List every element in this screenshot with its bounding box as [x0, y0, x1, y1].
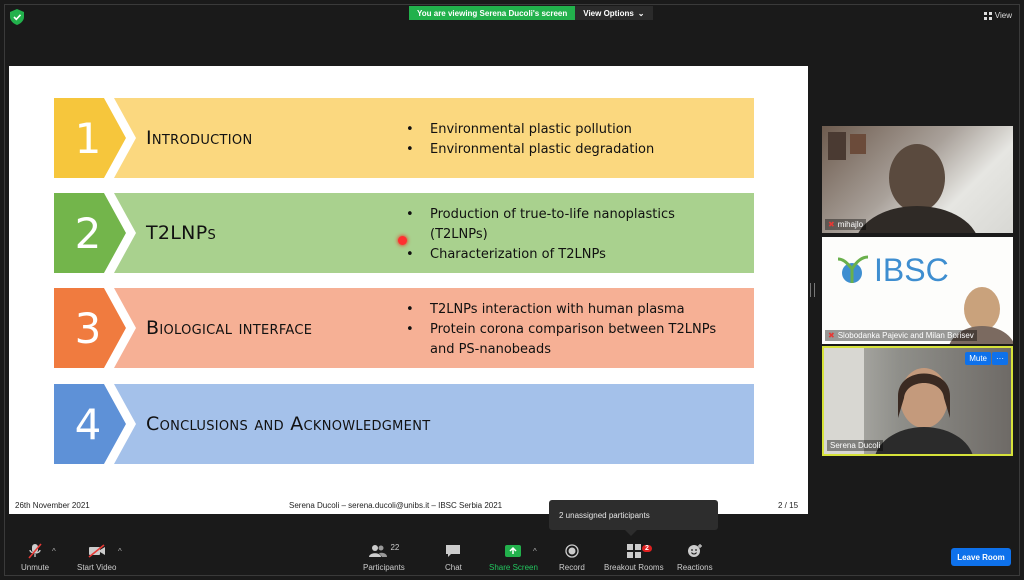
chat-bubble-icon: [445, 543, 461, 559]
breakout-rooms-icon: [626, 543, 641, 559]
footer-date: 26th November 2021: [15, 501, 90, 510]
participant-name: mihajlo: [837, 220, 864, 229]
participants-count: 22: [390, 542, 400, 552]
section-4: 4 Conclusions and Acknowledgment: [54, 384, 754, 464]
footer-page: 2 / 15: [778, 501, 799, 510]
ibsc-logo: IBSC: [837, 252, 1013, 344]
participant-name-tag: ✖ mihajlo: [825, 219, 867, 230]
section-3-bullet-2-cont-text: and PS-nanobeads: [430, 342, 552, 357]
section-1-number: 1: [74, 113, 102, 163]
participant-video-ibsc[interactable]: IBSC ✖ Slobodanka Pajevic and Milan Bori…: [822, 237, 1013, 344]
section-1-title: Introduction: [146, 127, 253, 149]
mute-participant-button[interactable]: Mute: [965, 352, 991, 365]
section-3-bullets: T2LNPs interaction with human plasma Pro…: [406, 300, 716, 360]
chat-button[interactable]: Chat: [445, 543, 462, 572]
unassigned-tooltip: 2 unassigned participants: [549, 500, 718, 536]
section-2-bullet-1: Production of true-to-life nanoplastics: [406, 205, 675, 225]
mic-muted-icon: ✖: [828, 331, 835, 340]
section-3-title: Biological interface: [146, 317, 313, 339]
laser-pointer: [398, 236, 407, 245]
viewing-banner-text: You are viewing Serena Ducoli's screen: [409, 6, 576, 20]
participant-name-tag: Serena Ducoli: [827, 440, 884, 451]
share-options-caret[interactable]: ^: [533, 547, 537, 556]
section-1-bullet-1: Environmental plastic pollution: [406, 120, 654, 140]
record-icon: [565, 543, 579, 559]
viewing-banner: You are viewing Serena Ducoli's screen V…: [409, 6, 653, 20]
section-2-bullet-1-cont-text: (T2LNPs): [430, 227, 488, 242]
section-2: 2 T2LNPs Production of true-to-life nano…: [54, 193, 754, 273]
participants-button[interactable]: 22 Participants: [363, 543, 405, 573]
section-4-title: Conclusions and Acknowledgment: [146, 413, 431, 435]
participant-silhouette: [828, 132, 976, 233]
section-3-bullet-1: T2LNPs interaction with human plasma: [406, 300, 716, 320]
section-2-number: 2: [74, 208, 102, 258]
participant-video-mihajlo[interactable]: ✖ mihajlo: [822, 126, 1013, 233]
view-button[interactable]: View: [983, 11, 1012, 20]
security-shield-icon[interactable]: [10, 9, 24, 25]
breakout-rooms-button[interactable]: Breakout Rooms: [604, 543, 664, 572]
section-3-bullet-2-cont: and PS-nanobeads: [406, 340, 716, 360]
participant-name-tag: ✖ Slobodanka Pajevic and Milan Borisev: [825, 330, 977, 341]
microphone-muted-icon: [28, 543, 42, 559]
panel-resize-handle[interactable]: [810, 283, 815, 297]
section-3: 3 Biological interface T2LNPs interactio…: [54, 288, 754, 368]
section-1-bullets: Environmental plastic pollution Environm…: [406, 120, 654, 160]
record-button[interactable]: Record: [559, 543, 585, 572]
view-options-label: View Options: [583, 8, 634, 18]
chevron-down-icon: ⌄: [637, 8, 645, 18]
smiley-plus-icon: [687, 543, 703, 559]
share-screen-label: Share Screen: [489, 563, 538, 572]
unassigned-tooltip-text: 2 unassigned participants: [559, 510, 650, 520]
participant-name: Serena Ducoli: [830, 441, 881, 450]
shared-slide: 1 Introduction Environmental plastic pol…: [9, 66, 808, 514]
participants-label: Participants: [363, 563, 405, 572]
breakout-rooms-badge: 2: [642, 545, 652, 552]
section-2-title: T2LNPs: [146, 222, 217, 244]
section-3-bullet-2: Protein corona comparison between T2LNPs: [406, 320, 716, 340]
section-4-number: 4: [74, 399, 102, 449]
reactions-label: Reactions: [677, 563, 713, 572]
participants-icon: 22: [368, 543, 399, 559]
start-video-label: Start Video: [77, 563, 117, 572]
unmute-button[interactable]: Unmute: [21, 543, 49, 572]
participant-video-serena[interactable]: Mute ··· Serena Ducoli: [822, 346, 1013, 456]
section-2-bullets: Production of true-to-life nanoplastics …: [406, 205, 675, 265]
view-label: View: [994, 11, 1012, 20]
reactions-button[interactable]: Reactions: [677, 543, 713, 572]
share-screen-button[interactable]: Share Screen: [489, 543, 538, 572]
footer-author: Serena Ducoli – serena.ducoli@unibs.it –…: [289, 501, 503, 510]
video-camera-off-icon: [88, 543, 106, 559]
section-1: 1 Introduction Environmental plastic pol…: [54, 98, 754, 178]
view-options-button[interactable]: View Options ⌄: [575, 6, 653, 20]
record-label: Record: [559, 563, 585, 572]
section-3-number: 3: [74, 303, 102, 353]
section-1-bullet-2: Environmental plastic degradation: [406, 140, 654, 160]
ibsc-logo-text: IBSC: [874, 252, 949, 288]
section-2-bullet-2: Characterization of T2LNPs: [406, 245, 675, 265]
unmute-label: Unmute: [21, 563, 50, 572]
participant-name: Slobodanka Pajevic and Milan Borisev: [837, 331, 974, 340]
mic-muted-icon: ✖: [828, 220, 835, 229]
more-options-button[interactable]: ···: [992, 352, 1008, 365]
section-2-bullet-1-cont: (T2LNPs): [406, 225, 675, 245]
breakout-rooms-label: Breakout Rooms: [604, 563, 664, 572]
video-options-caret[interactable]: ^: [118, 547, 122, 556]
grid-icon: [983, 11, 992, 20]
audio-options-caret[interactable]: ^: [52, 547, 56, 556]
start-video-button[interactable]: Start Video: [77, 543, 116, 572]
share-screen-icon: [505, 543, 522, 559]
leave-room-button[interactable]: Leave Room: [951, 548, 1011, 566]
chat-label: Chat: [445, 563, 462, 572]
